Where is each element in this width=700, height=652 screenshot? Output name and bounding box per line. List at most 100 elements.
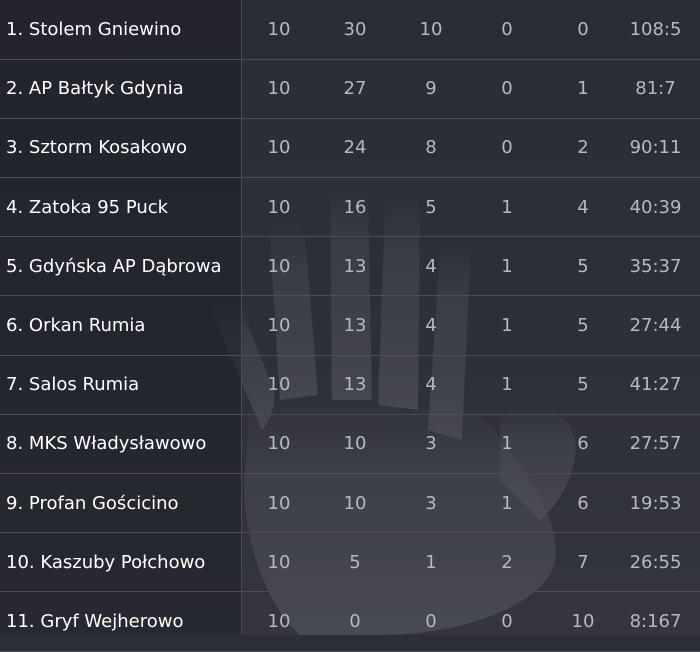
lost-cell: 4 [545, 177, 621, 238]
played-cell: 10 [241, 0, 317, 60]
points-cell: 10 [317, 473, 393, 534]
drawn-cell: 0 [469, 591, 545, 652]
points-cell: 10 [317, 414, 393, 475]
won-cell: 5 [393, 177, 469, 238]
team-name: Sztorm Kosakowo [28, 137, 188, 159]
goals-cell: 8:167 [621, 591, 700, 652]
table-row: 7. Salos Rumia 10 13 4 1 5 41:27 [0, 355, 700, 415]
goals-cell: 81:7 [621, 59, 700, 119]
team-name: AP Bałtyk Gdynia [28, 78, 184, 100]
lost-cell: 5 [545, 355, 621, 415]
played-cell: 10 [241, 591, 317, 652]
played-cell: 10 [241, 473, 317, 534]
table-row: 5. Gdyńska AP Dąbrowa 10 13 4 1 5 35:37 [0, 236, 700, 297]
rank-label: 9. [6, 492, 24, 514]
drawn-cell: 1 [469, 295, 545, 356]
team-cell: 9. Profan Gościcino [0, 473, 241, 534]
standings-body: 1. Stolem Gniewino 10 30 10 0 0 108:5 2. AP Bał… [0, 0, 700, 652]
won-cell: 4 [393, 236, 469, 297]
rank-label: 2. [6, 78, 24, 100]
rank-label: 4. [6, 196, 24, 218]
goals-cell: 41:27 [621, 355, 700, 415]
team-name: Kaszuby Połchowo [40, 551, 206, 573]
goals-cell: 19:53 [621, 473, 700, 534]
table-row: 6. Orkan Rumia 10 13 4 1 5 27:44 [0, 295, 700, 356]
drawn-cell: 0 [469, 118, 545, 179]
team-name: Zatoka 95 Puck [28, 196, 169, 218]
won-cell: 0 [393, 591, 469, 652]
won-cell: 4 [393, 355, 469, 415]
lost-cell: 10 [545, 591, 621, 652]
played-cell: 10 [241, 59, 317, 119]
goals-cell: 35:37 [621, 236, 700, 297]
team-name: Salos Rumia [28, 374, 140, 396]
team-cell: 4. Zatoka 95 Puck [0, 177, 241, 238]
rank-label: 5. [6, 255, 24, 277]
won-cell: 10 [393, 0, 469, 60]
played-cell: 10 [241, 414, 317, 475]
rank-label: 1. [6, 18, 24, 40]
drawn-cell: 1 [469, 473, 545, 534]
points-cell: 13 [317, 236, 393, 297]
points-cell: 24 [317, 118, 393, 179]
rank-label: 10. [6, 551, 35, 573]
team-name: Gdyńska AP Dąbrowa [28, 255, 222, 277]
points-cell: 13 [317, 295, 393, 356]
goals-cell: 26:55 [621, 532, 700, 593]
played-cell: 10 [241, 177, 317, 238]
table-row: 3. Sztorm Kosakowo 10 24 8 0 2 90:11 [0, 118, 700, 179]
points-cell: 30 [317, 0, 393, 60]
rank-label: 3. [6, 137, 24, 159]
team-cell: 6. Orkan Rumia [0, 295, 241, 356]
goals-cell: 27:44 [621, 295, 700, 356]
rank-label: 7. [6, 374, 24, 396]
lost-cell: 2 [545, 118, 621, 179]
won-cell: 3 [393, 414, 469, 475]
table-row: 11. Gryf Wejherowo 10 0 0 0 10 8:167 [0, 591, 700, 652]
points-cell: 0 [317, 591, 393, 652]
lost-cell: 6 [545, 473, 621, 534]
won-cell: 9 [393, 59, 469, 119]
rank-label: 11. [6, 610, 35, 632]
team-name: MKS Władysławowo [28, 433, 207, 455]
table-row: 1. Stolem Gniewino 10 30 10 0 0 108:5 [0, 0, 700, 60]
won-cell: 8 [393, 118, 469, 179]
lost-cell: 5 [545, 236, 621, 297]
lost-cell: 1 [545, 59, 621, 119]
points-cell: 5 [317, 532, 393, 593]
won-cell: 3 [393, 473, 469, 534]
drawn-cell: 1 [469, 414, 545, 475]
team-cell: 5. Gdyńska AP Dąbrowa [0, 236, 241, 297]
team-cell: 11. Gryf Wejherowo [0, 591, 241, 652]
drawn-cell: 1 [469, 355, 545, 415]
lost-cell: 0 [545, 0, 621, 60]
points-cell: 13 [317, 355, 393, 415]
drawn-cell: 0 [469, 59, 545, 119]
drawn-cell: 0 [469, 0, 545, 60]
table-row: 4. Zatoka 95 Puck 10 16 5 1 4 40:39 [0, 177, 700, 238]
team-cell: 10. Kaszuby Połchowo [0, 532, 241, 593]
standings-table: 1. Stolem Gniewino 10 30 10 0 0 108:5 2. AP Bał… [0, 0, 700, 652]
goals-cell: 90:11 [621, 118, 700, 179]
played-cell: 10 [241, 118, 317, 179]
drawn-cell: 1 [469, 236, 545, 297]
points-cell: 16 [317, 177, 393, 238]
team-cell: 3. Sztorm Kosakowo [0, 118, 241, 179]
played-cell: 10 [241, 532, 317, 593]
team-cell: 2. AP Bałtyk Gdynia [0, 59, 241, 119]
lost-cell: 6 [545, 414, 621, 475]
lost-cell: 5 [545, 295, 621, 356]
drawn-cell: 2 [469, 532, 545, 593]
goals-cell: 27:57 [621, 414, 700, 475]
rank-label: 6. [6, 315, 24, 337]
table-row: 2. AP Bałtyk Gdynia 10 27 9 0 1 81:7 [0, 59, 700, 119]
team-cell: 8. MKS Władysławowo [0, 414, 241, 475]
goals-cell: 40:39 [621, 177, 700, 238]
table-row: 9. Profan Gościcino 10 10 3 1 6 19:53 [0, 473, 700, 534]
team-name: Gryf Wejherowo [40, 610, 184, 632]
team-name: Profan Gościcino [28, 492, 179, 514]
table-row: 8. MKS Władysławowo 10 10 3 1 6 27:57 [0, 414, 700, 475]
team-name: Stolem Gniewino [28, 18, 182, 40]
won-cell: 1 [393, 532, 469, 593]
team-cell: 7. Salos Rumia [0, 355, 241, 415]
